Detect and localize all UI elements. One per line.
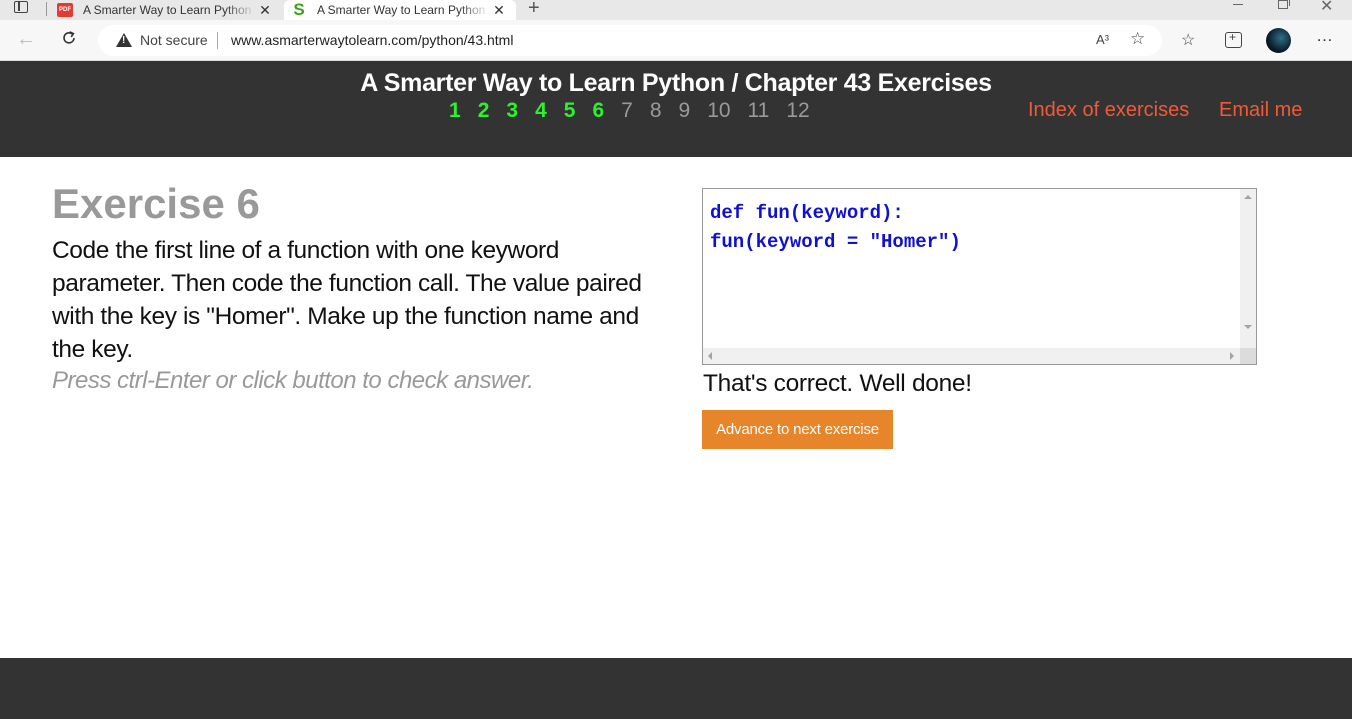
exercise-pagination: 1 2 3 4 5 6 7 8 9 10 11 12 — [449, 99, 827, 123]
exercise-page-link[interactable]: 9 — [679, 99, 691, 123]
tab-title: A Smarter Way to Learn Python — [317, 3, 486, 17]
exercise-page-link[interactable]: 6 — [592, 99, 604, 123]
browser-tab-active[interactable]: S A Smarter Way to Learn Python ✕ — [284, 0, 516, 20]
exercise-page-link[interactable]: 4 — [535, 99, 547, 123]
address-bar: ← Not secure www.asmarterwaytolearn.com/… — [0, 20, 1352, 61]
new-tab-icon[interactable]: + — [528, 0, 540, 20]
scroll-up-arrow-icon[interactable] — [1244, 195, 1252, 199]
s-icon: S — [293, 0, 305, 19]
site-header: A Smarter Way to Learn Python / Chapter … — [0, 61, 1352, 157]
divider — [46, 2, 47, 16]
minimize-icon[interactable] — [1233, 4, 1243, 5]
reload-icon[interactable] — [60, 29, 78, 47]
security-label[interactable]: Not secure — [140, 32, 208, 48]
scroll-right-arrow-icon[interactable] — [1230, 352, 1234, 360]
url-text[interactable]: www.asmarterwaytolearn.com/python/43.htm… — [231, 32, 513, 48]
more-icon[interactable]: … — [1316, 26, 1334, 46]
exercise-instructions: Code the first line of a function with o… — [52, 237, 642, 363]
divider — [217, 32, 218, 49]
code-line: def fun(keyword): — [710, 202, 904, 224]
restore-icon[interactable] — [1278, 0, 1290, 9]
collections-icon[interactable] — [1225, 30, 1242, 48]
code-editor[interactable]: def fun(keyword): fun(keyword = "Homer") — [702, 188, 1257, 365]
tab-actions-icon[interactable] — [14, 1, 28, 13]
scroll-left-arrow-icon[interactable] — [708, 352, 712, 360]
exercise-page-link[interactable]: 8 — [650, 99, 662, 123]
feedback-message: That's correct. Well done! — [703, 370, 972, 397]
favorites-icon[interactable]: ☆ — [1181, 30, 1195, 50]
exercise-page-link[interactable]: 12 — [786, 99, 809, 123]
browser-tab[interactable]: PDF A Smarter Way to Learn Python ✕ — [50, 0, 282, 20]
exercise-page-link[interactable]: 11 — [748, 99, 770, 123]
exercise-page-link[interactable]: 10 — [707, 99, 730, 123]
url-field[interactable]: Not secure www.asmarterwaytolearn.com/py… — [98, 25, 1162, 56]
pdf-icon: PDF — [57, 3, 73, 17]
code-text[interactable]: def fun(keyword): fun(keyword = "Homer") — [710, 199, 961, 257]
tab-title: A Smarter Way to Learn Python — [83, 3, 252, 17]
read-aloud-icon[interactable]: A³ — [1096, 32, 1109, 47]
resize-corner[interactable] — [1240, 348, 1256, 364]
advance-next-exercise-button[interactable]: Advance to next exercise — [702, 410, 893, 449]
warning-icon — [116, 33, 132, 47]
profile-avatar[interactable] — [1266, 28, 1291, 53]
index-of-exercises-link[interactable]: Index of exercises — [1028, 99, 1189, 122]
exercise-page-link[interactable]: 1 — [449, 99, 461, 123]
exercise-page-link[interactable]: 2 — [478, 99, 490, 123]
close-tab-icon[interactable]: ✕ — [490, 2, 508, 19]
exercise-title: Exercise 6 — [52, 180, 260, 227]
close-window-icon[interactable]: ✕ — [1320, 0, 1333, 16]
site-footer — [0, 658, 1352, 719]
browser-tab-bar: PDF A Smarter Way to Learn Python ✕ S A … — [0, 0, 1352, 20]
email-me-link[interactable]: Email me — [1219, 99, 1302, 122]
vertical-scrollbar[interactable] — [1240, 189, 1256, 349]
horizontal-scrollbar[interactable] — [703, 348, 1240, 364]
exercise-hint: Press ctrl-Enter or click button to chec… — [52, 367, 534, 394]
add-favorite-icon[interactable]: ☆ — [1130, 29, 1145, 49]
page-title: A Smarter Way to Learn Python / Chapter … — [360, 69, 992, 97]
exercise-page-link[interactable]: 5 — [564, 99, 576, 123]
close-tab-icon[interactable]: ✕ — [256, 2, 274, 19]
code-line: fun(keyword = "Homer") — [710, 231, 961, 253]
exercise-page-link[interactable]: 7 — [621, 99, 633, 123]
exercise-page-link[interactable]: 3 — [506, 99, 518, 123]
scroll-down-arrow-icon[interactable] — [1244, 325, 1252, 329]
back-arrow-icon[interactable]: ← — [16, 28, 36, 51]
